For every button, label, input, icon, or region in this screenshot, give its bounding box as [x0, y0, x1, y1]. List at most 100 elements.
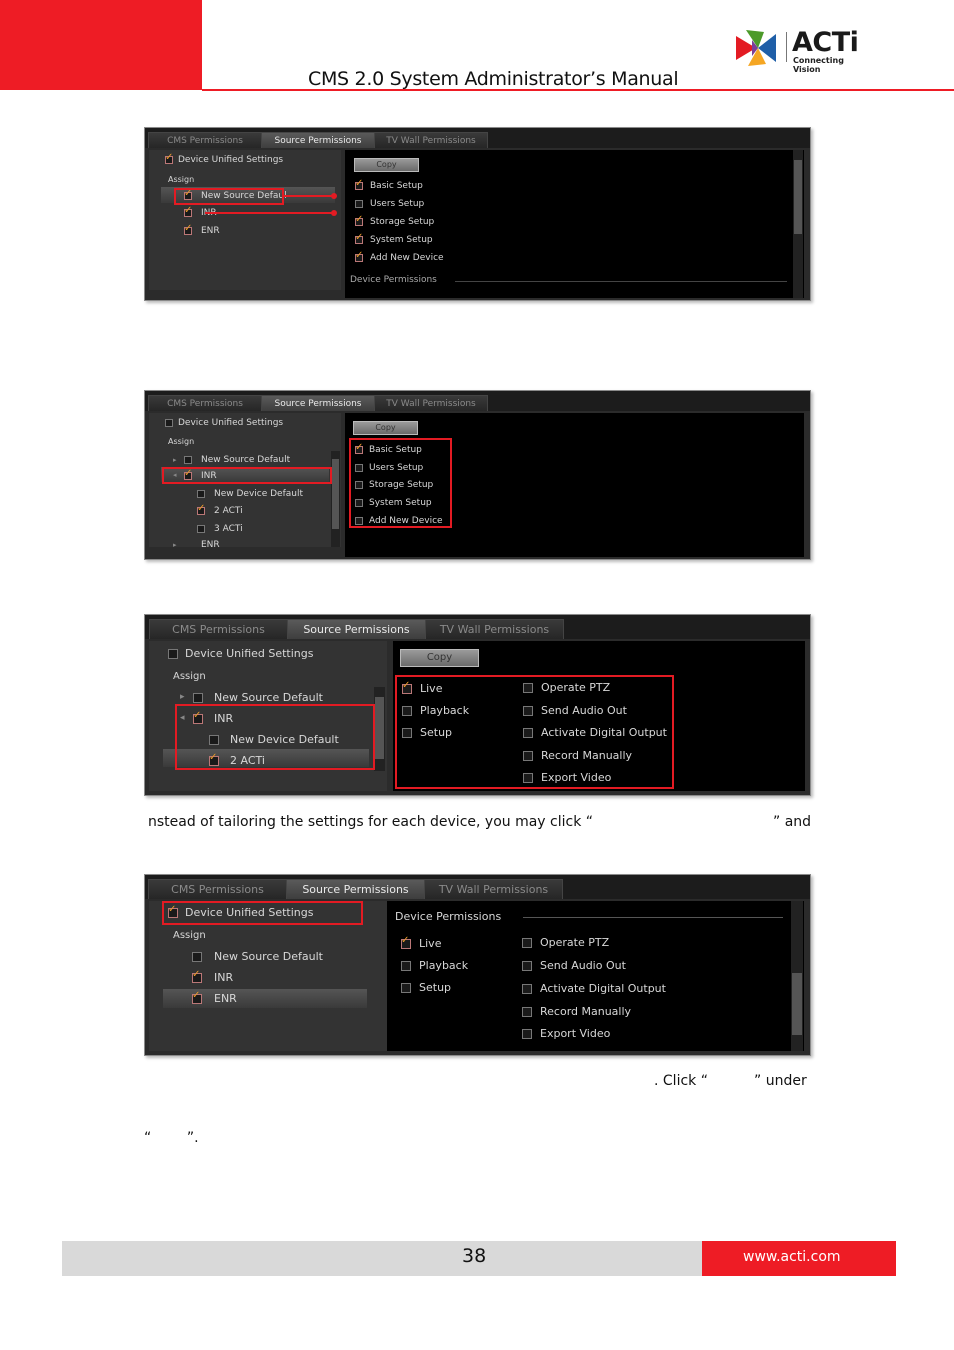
item-checkbox[interactable]	[197, 525, 205, 533]
unified-checkbox[interactable]	[165, 152, 173, 164]
item-checkbox[interactable]	[192, 952, 202, 962]
item-label: ENR	[201, 226, 220, 236]
perm-checkbox[interactable]	[522, 984, 532, 994]
tab-cms-permissions[interactable]: CMS Permissions	[148, 879, 287, 899]
highlight-box	[349, 438, 452, 528]
item-label: New Source Default	[214, 950, 323, 963]
tab-bar: CMS Permissions Source Permissions TV Wa…	[145, 128, 810, 148]
tab-source-permissions[interactable]: Source Permissions	[287, 619, 426, 639]
perm-checkbox[interactable]	[522, 938, 532, 948]
perm-checkbox[interactable]	[355, 232, 363, 244]
perm-checkbox[interactable]	[355, 214, 363, 226]
perm-checkbox[interactable]	[522, 1029, 532, 1039]
tab-source-permissions[interactable]: Source Permissions	[261, 132, 375, 148]
scroll-thumb[interactable]	[375, 697, 384, 759]
unified-checkbox[interactable]	[165, 419, 173, 427]
tab-tv-wall-permissions[interactable]: TV Wall Permissions	[374, 395, 488, 411]
scrollbar[interactable]	[374, 687, 385, 771]
footer-bar	[62, 1241, 702, 1276]
section-divider	[523, 917, 783, 918]
item-checkbox[interactable]	[184, 456, 192, 464]
screenshot-3: CMS Permissions Source Permissions TV Wa…	[144, 614, 811, 796]
highlight-line	[205, 212, 334, 214]
perm-checkbox[interactable]	[522, 961, 532, 971]
highlight-box	[395, 675, 674, 789]
assign-label: Assign	[173, 671, 206, 682]
perm-checkbox[interactable]	[522, 1007, 532, 1017]
screenshot-1: CMS Permissions Source Permissions TV Wa…	[144, 127, 811, 301]
website-link[interactable]: www.acti.com	[743, 1249, 841, 1265]
item-checkbox[interactable]	[197, 490, 205, 498]
copy-button[interactable]: Copy	[353, 421, 418, 435]
expand-arrow-icon[interactable]: ▸	[180, 692, 185, 702]
scrollbar[interactable]	[791, 901, 803, 1051]
item-checkbox[interactable]	[197, 503, 205, 515]
copy-button[interactable]: Copy	[400, 649, 479, 667]
perm-label: Users Setup	[370, 199, 425, 209]
logo-separator	[786, 32, 787, 62]
item-checkbox[interactable]	[192, 990, 202, 1004]
body-text-line: “ ”.	[144, 1130, 199, 1146]
tab-source-permissions[interactable]: Source Permissions	[261, 395, 375, 411]
permissions-pane: Device Permissions Live Playback Setup O…	[387, 901, 804, 1051]
unified-checkbox[interactable]	[168, 649, 178, 659]
perm-label: System Setup	[370, 235, 433, 245]
tab-cms-permissions[interactable]: CMS Permissions	[148, 132, 262, 148]
perm-checkbox[interactable]	[401, 983, 411, 993]
item-label: New Device Default	[214, 489, 304, 499]
highlight-dot	[331, 210, 337, 216]
tab-tv-wall-permissions[interactable]: TV Wall Permissions	[425, 619, 564, 639]
perm-checkbox[interactable]	[355, 250, 363, 262]
perm-label: Playback	[419, 959, 469, 972]
permissions-pane: Copy Basic Setup Users Setup Storage Set…	[345, 150, 804, 298]
expand-arrow-icon[interactable]: ▸	[173, 456, 177, 464]
scroll-thumb[interactable]	[332, 459, 339, 529]
assign-pane: Device Unified Settings Assign New Sourc…	[149, 150, 341, 290]
assign-label: Assign	[173, 930, 206, 941]
tab-source-permissions[interactable]: Source Permissions	[286, 879, 425, 899]
highlight-dot	[331, 193, 337, 199]
perm-checkbox[interactable]	[355, 178, 363, 190]
page-number: 38	[462, 1245, 487, 1267]
scroll-thumb[interactable]	[794, 160, 802, 234]
assign-label: Assign	[168, 437, 195, 446]
item-checkbox[interactable]	[192, 969, 202, 983]
highlight-box	[175, 704, 375, 770]
assign-label: Assign	[168, 175, 195, 184]
section-divider	[455, 281, 787, 282]
perm-checkbox[interactable]	[355, 200, 363, 208]
screenshot-4: CMS Permissions Source Permissions TV Wa…	[144, 874, 811, 1056]
scrollbar[interactable]	[793, 150, 803, 298]
tab-cms-permissions[interactable]: CMS Permissions	[149, 619, 288, 639]
highlight-box	[174, 188, 284, 205]
tab-bar: CMS Permissions Source Permissions TV Wa…	[145, 875, 810, 899]
expand-arrow-icon[interactable]: ▸	[173, 541, 177, 549]
body-text-line: ” under	[754, 1073, 807, 1089]
perm-checkbox[interactable]	[401, 961, 411, 971]
item-checkbox[interactable]	[193, 693, 203, 703]
highlight-line	[284, 195, 334, 197]
perm-label: Storage Setup	[370, 217, 435, 227]
perm-label: Record Manually	[540, 1005, 632, 1018]
scrollbar[interactable]	[331, 451, 340, 547]
tab-tv-wall-permissions[interactable]: TV Wall Permissions	[424, 879, 563, 899]
unified-label: Device Unified Settings	[185, 647, 314, 660]
perm-checkbox[interactable]	[401, 935, 411, 949]
item-checkbox[interactable]	[184, 223, 192, 235]
perm-label: Operate PTZ	[540, 936, 610, 949]
highlight-box	[162, 467, 332, 484]
copy-button[interactable]: Copy	[354, 158, 419, 172]
item-label: ENR	[214, 992, 237, 1005]
body-text-line: ” and	[773, 814, 812, 830]
body-text-line: nstead of tailoring the settings for eac…	[148, 814, 594, 830]
manual-title: CMS 2.0 System Administrator’s Manual	[308, 68, 679, 90]
tab-tv-wall-permissions[interactable]: TV Wall Permissions	[374, 132, 488, 148]
tab-cms-permissions[interactable]: CMS Permissions	[148, 395, 262, 411]
unified-label: Device Unified Settings	[178, 155, 284, 165]
screenshot-2: CMS Permissions Source Permissions TV Wa…	[144, 390, 811, 560]
item-label: New Source Default	[201, 455, 291, 465]
unified-label: Device Unified Settings	[178, 418, 284, 428]
item-checkbox[interactable]	[184, 205, 192, 217]
scroll-thumb[interactable]	[792, 973, 802, 1035]
item-label: INR	[214, 971, 234, 984]
